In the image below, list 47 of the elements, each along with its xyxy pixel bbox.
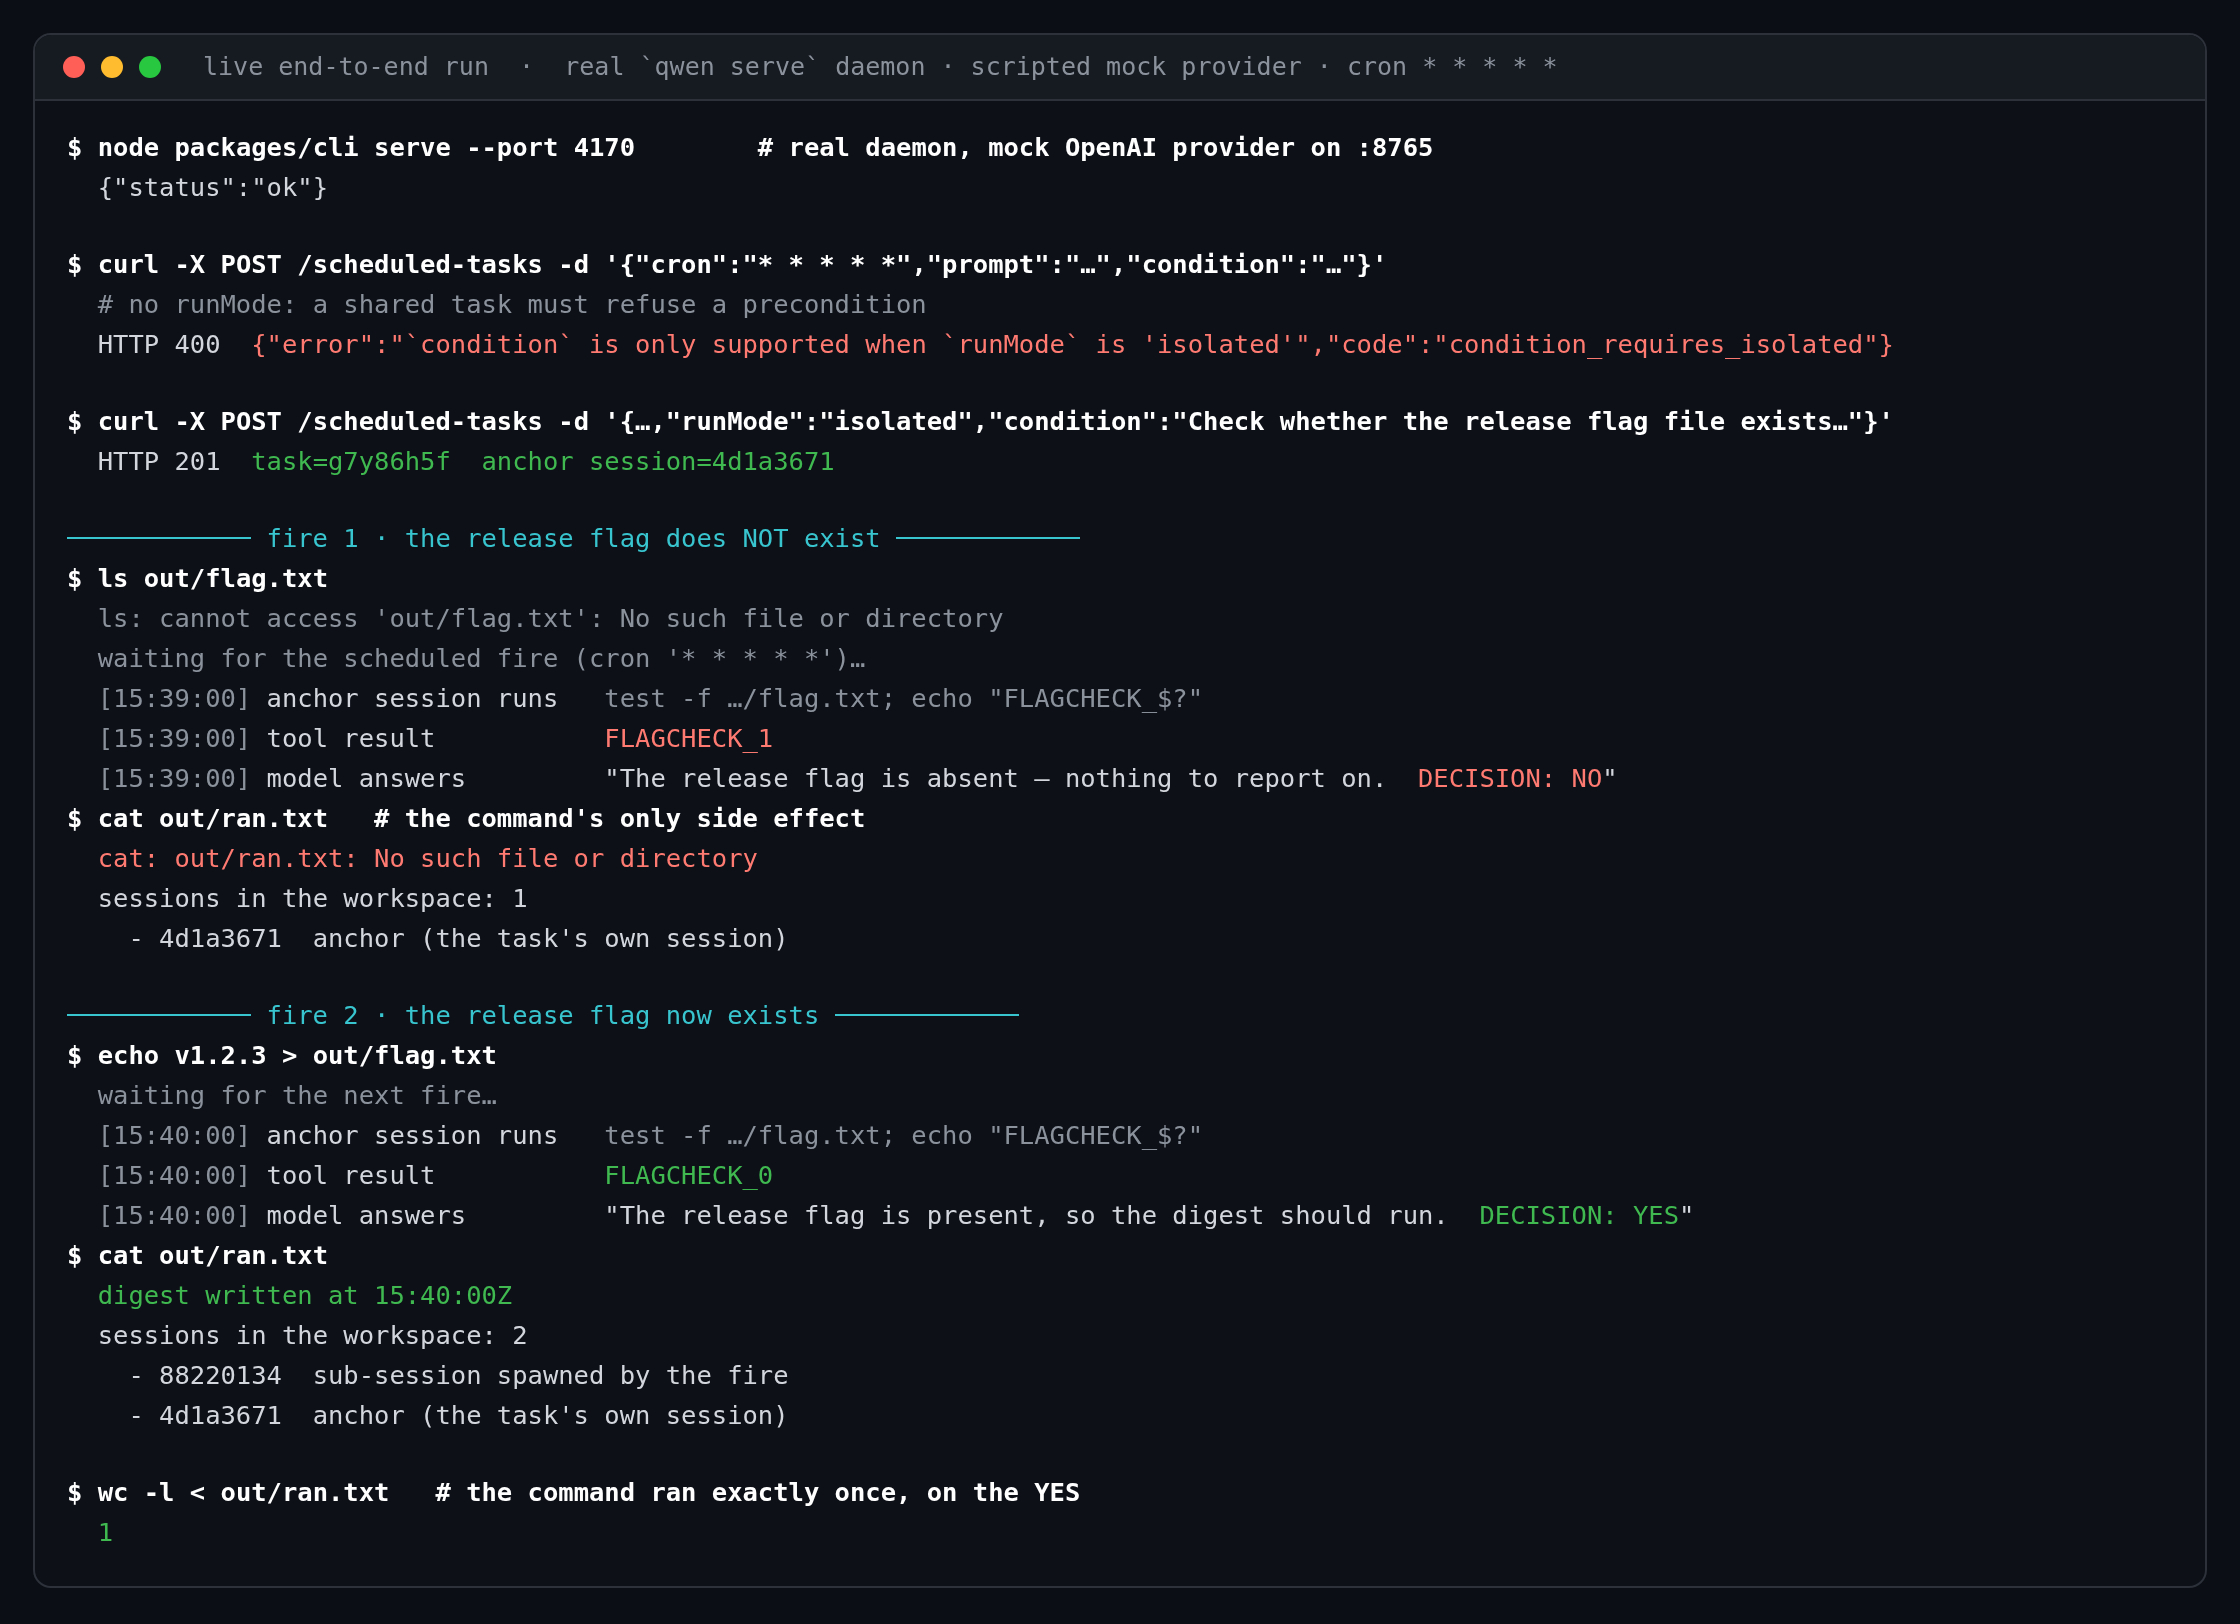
command-line: $ cat out/ran.txt # the command's only side effect [67,802,866,835]
timestamp: [15:39:00] [97,762,253,795]
timestamp: [15:39:00] [97,722,253,755]
command-line: $ curl -X POST /scheduled-tasks -d '{…,"runMode":"isolated","condition":"Check whether the release flag file exists…"}' [67,405,1894,438]
command-line: $ curl -X POST /scheduled-tasks -d '{"cron":"* * * * *","prompt":"…","condition":"…"}' [67,248,1388,281]
output-line: cat: out/ran.txt: No such file or directory [97,842,758,875]
list-item: - 4d1a3671 anchor (the task's own session) [128,1399,789,1432]
command-line: $ node packages/cli serve --port 4170 # real daemon, mock OpenAI provider on :8765 [67,131,1434,164]
section-heading: fire 1 · the release flag does NOT exist [266,522,881,555]
minimize-icon[interactable] [101,56,123,78]
event-detail: "The release flag is present, so the digest should run. DECISION: YES" [604,1199,1695,1232]
output-line: {"status":"ok"} [97,171,328,204]
output-line: HTTP 201 task=g7y86h5f anchor session=4d1a3671 [97,445,835,478]
event-detail: test -f …/flag.txt; echo "FLAGCHECK_$?" [604,682,1204,715]
list-item: - 88220134 sub-session spawned by the fire [128,1359,789,1392]
event-label: model answers [266,762,468,795]
output-line: digest written at 15:40:00Z [97,1279,513,1312]
event-detail: FLAGCHECK_1 [604,722,774,755]
command-line: $ echo v1.2.3 > out/flag.txt [67,1039,497,1072]
event-detail: test -f …/flag.txt; echo "FLAGCHECK_$?" [604,1119,1204,1152]
event-label: tool result [266,1159,437,1192]
output-line: waiting for the next fire… [97,1079,497,1112]
window-title: live end-to-end run · real `qwen serve` daemon · scripted mock provider · cron * * * * * [203,51,1558,84]
output-line: 1 [97,1516,114,1549]
timestamp: [15:40:00] [97,1119,253,1152]
event-detail: FLAGCHECK_0 [604,1159,774,1192]
maximize-icon[interactable] [139,56,161,78]
output-line: sessions in the workspace: 2 [97,1319,528,1352]
output-line: # no runMode: a shared task must refuse a precondition [97,288,927,321]
output-line: sessions in the workspace: 1 [97,882,528,915]
timestamp: [15:39:00] [97,682,253,715]
section-heading: fire 2 · the release flag now exists [266,999,820,1032]
list-item: - 4d1a3671 anchor (the task's own session) [128,922,789,955]
event-label: tool result [266,722,437,755]
command-line: $ ls out/flag.txt [67,562,328,595]
event-label: anchor session runs [266,1119,560,1152]
close-icon[interactable] [63,56,85,78]
command-line: $ cat out/ran.txt [67,1239,328,1272]
timestamp: [15:40:00] [97,1199,253,1232]
output-line: HTTP 400 {"error":"`condition` is only supported when `runMode` is 'isolated'","code":"condition_requires_isolated"} [97,328,1894,361]
timestamp: [15:40:00] [97,1159,253,1192]
command-line: $ wc -l < out/ran.txt # the command ran exactly once, on the YES [67,1476,1081,1509]
output-line: waiting for the scheduled fire (cron '* * * * *')… [97,642,866,675]
event-label: anchor session runs [266,682,560,715]
event-label: model answers [266,1199,468,1232]
output-line: ls: cannot access 'out/flag.txt': No such file or directory [97,602,1004,635]
event-detail: "The release flag is absent — nothing to report on. DECISION: NO" [604,762,1618,795]
